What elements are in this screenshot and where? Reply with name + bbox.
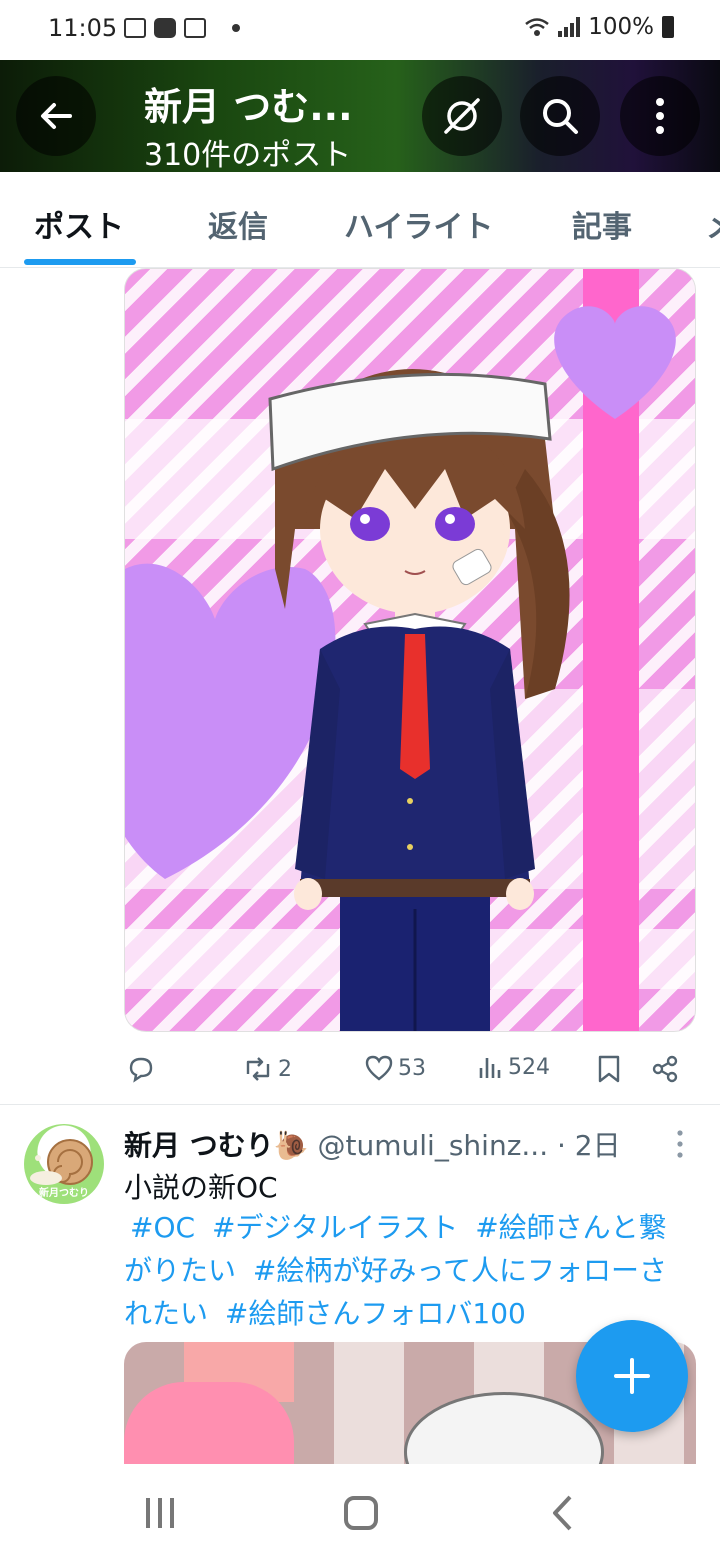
hashtag-link[interactable]: #デジタルイラスト	[212, 1211, 458, 1244]
author-name[interactable]: 新月 つむり🐌	[124, 1129, 309, 1162]
more-vertical-icon	[656, 98, 664, 134]
plus-icon	[614, 1358, 650, 1394]
character-illustration	[125, 306, 676, 1031]
search-icon	[543, 99, 578, 134]
post-count: 310件のポスト	[144, 138, 352, 173]
avatar-label: 新月つむり	[39, 1186, 89, 1199]
signal-icon	[558, 17, 581, 37]
repost-button[interactable]: 2	[242, 1054, 292, 1084]
hashtag-link[interactable]: #絵師さんフォロバ100	[225, 1297, 526, 1330]
bookmark-icon	[598, 1055, 620, 1083]
reply-icon	[129, 1057, 153, 1083]
more-options-button[interactable]	[620, 76, 700, 156]
tab-articles[interactable]: 記事	[572, 202, 632, 246]
gallery-icon	[124, 18, 146, 38]
post-actions: 2 53 524	[124, 1048, 696, 1092]
repost-icon	[246, 1057, 270, 1081]
tab-highlights[interactable]: ハイライト	[344, 202, 493, 246]
more-vertical-icon	[677, 1130, 683, 1158]
back-button[interactable]	[16, 76, 96, 156]
tab-posts[interactable]: ポスト	[34, 202, 124, 246]
profile-name-title: 新月 つむ...	[144, 85, 353, 129]
post-divider	[0, 1104, 720, 1105]
battery-percent: 100%	[588, 14, 654, 40]
post-text: 小説の新OC	[124, 1171, 278, 1204]
snail-avatar-image: 新月つむり	[30, 1139, 93, 1199]
post-time: · 2日	[557, 1129, 621, 1162]
tab-media[interactable]: メ	[706, 202, 720, 246]
share-icon	[652, 1055, 678, 1083]
share-button[interactable]	[650, 1054, 680, 1084]
system-navigation-bar	[0, 1464, 720, 1560]
views-icon	[479, 1058, 501, 1078]
post-hashtags: #OC #デジタルイラスト #絵師さんと繋がりたい #絵柄が好みって人にフォロー…	[124, 1206, 694, 1335]
hashtag-link[interactable]: #OC	[130, 1211, 195, 1244]
active-tab-indicator	[24, 259, 136, 265]
post-header: 新月 つむり🐌 @tumuli_shinz... · 2日	[124, 1124, 664, 1164]
tab-replies[interactable]: 返信	[208, 202, 268, 246]
heart-icon	[365, 1055, 393, 1081]
arrow-left-icon	[41, 103, 72, 129]
compose-button[interactable]	[576, 1320, 688, 1432]
profile-tabs: ポスト 返信 ハイライト 記事 メ	[0, 172, 720, 268]
repost-count: 2	[278, 1056, 292, 1082]
system-icons: 100%	[524, 14, 674, 40]
post-more-button[interactable]	[672, 1128, 688, 1160]
image-white-shape	[404, 1392, 604, 1464]
like-button[interactable]: 53	[364, 1054, 426, 1082]
profile-header: 新月 つむ... 310件のポスト	[0, 60, 720, 173]
battery-icon	[662, 16, 674, 38]
reply-button[interactable]	[126, 1054, 160, 1084]
author-handle[interactable]: @tumuli_shinz...	[318, 1129, 549, 1162]
bookmark-button[interactable]	[596, 1054, 622, 1084]
wifi-icon	[525, 18, 550, 36]
post-image-illustration[interactable]	[124, 268, 696, 1032]
youtube-icon	[154, 18, 176, 38]
avatar[interactable]: 新月つむり	[24, 1124, 104, 1204]
calendar-icon	[184, 18, 206, 38]
view-count: 524	[508, 1054, 550, 1080]
no-signal-icon	[444, 98, 480, 134]
home-button[interactable]	[344, 1496, 378, 1530]
search-button[interactable]	[520, 76, 600, 156]
image-heart-shape	[124, 1382, 294, 1464]
status-bar: 11:05 100%	[0, 0, 720, 60]
back-nav-icon[interactable]	[550, 1494, 574, 1532]
views-button[interactable]: 524	[478, 1054, 550, 1080]
like-count: 53	[398, 1055, 426, 1081]
notification-icons	[124, 18, 240, 38]
more-notifications-dot-icon	[232, 24, 240, 32]
recent-apps-button[interactable]	[146, 1498, 174, 1528]
offline-button[interactable]	[422, 76, 502, 156]
status-time: 11:05	[48, 14, 118, 42]
